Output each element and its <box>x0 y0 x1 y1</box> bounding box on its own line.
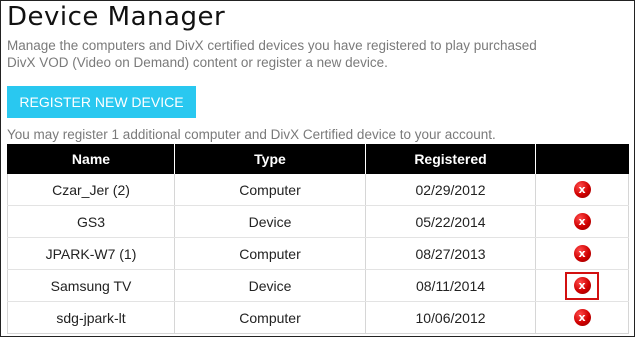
table-row: JPARK-W7 (1) Computer 08/27/2013 x <box>7 237 629 270</box>
device-registered-date: 08/11/2014 <box>365 269 536 302</box>
delete-button-highlighted[interactable]: x <box>565 271 599 300</box>
page-description: Manage the computers and DivX certified … <box>7 38 537 70</box>
register-new-device-button[interactable]: REGISTER NEW DEVICE <box>7 86 196 118</box>
device-type: Computer <box>174 237 366 270</box>
device-name: JPARK-W7 (1) <box>7 237 175 270</box>
column-header-registered: Registered <box>365 144 536 174</box>
table-row: GS3 Device 05/22/2014 x <box>7 205 629 238</box>
device-registered-date: 05/22/2014 <box>365 205 536 238</box>
table-row: Samsung TV Device 08/11/2014 x <box>7 269 629 302</box>
table-row: Czar_Jer (2) Computer 02/29/2012 x <box>7 174 629 206</box>
device-registered-date: 10/06/2012 <box>365 301 536 334</box>
delete-button[interactable]: x <box>565 208 599 236</box>
column-header-actions <box>535 144 629 174</box>
delete-x-circle-icon[interactable]: x <box>573 245 591 262</box>
column-header-name: Name <box>7 144 175 174</box>
delete-x-circle-icon[interactable]: x <box>573 277 591 294</box>
table-row: sdg-jpark-lt Computer 10/06/2012 x <box>7 301 629 334</box>
device-name: GS3 <box>7 205 175 238</box>
device-type: Computer <box>174 301 366 334</box>
device-name: Czar_Jer (2) <box>7 174 175 206</box>
registration-notice: You may register 1 additional computer a… <box>7 127 496 142</box>
device-type: Device <box>174 205 366 238</box>
delete-cell: x <box>535 269 629 302</box>
table-header-row: Name Type Registered <box>7 144 629 174</box>
device-registered-date: 02/29/2012 <box>365 174 536 206</box>
delete-button[interactable]: x <box>565 240 599 268</box>
device-type: Computer <box>174 174 366 206</box>
delete-x-circle-icon[interactable]: x <box>573 181 591 198</box>
device-registered-date: 08/27/2013 <box>365 237 536 270</box>
page-title: Device Manager <box>7 2 226 32</box>
delete-button[interactable]: x <box>565 176 599 204</box>
device-name: sdg-jpark-lt <box>7 301 175 334</box>
delete-cell: x <box>535 301 629 334</box>
device-manager-panel: Device Manager Manage the computers and … <box>0 0 635 337</box>
delete-cell: x <box>535 174 629 206</box>
delete-cell: x <box>535 237 629 270</box>
delete-x-circle-icon[interactable]: x <box>573 213 591 230</box>
delete-button[interactable]: x <box>565 304 599 332</box>
delete-x-circle-icon[interactable]: x <box>573 309 591 326</box>
delete-cell: x <box>535 205 629 238</box>
device-type: Device <box>174 269 366 302</box>
devices-table: Name Type Registered Czar_Jer (2) Comput… <box>7 144 629 334</box>
column-header-type: Type <box>174 144 366 174</box>
device-name: Samsung TV <box>7 269 175 302</box>
